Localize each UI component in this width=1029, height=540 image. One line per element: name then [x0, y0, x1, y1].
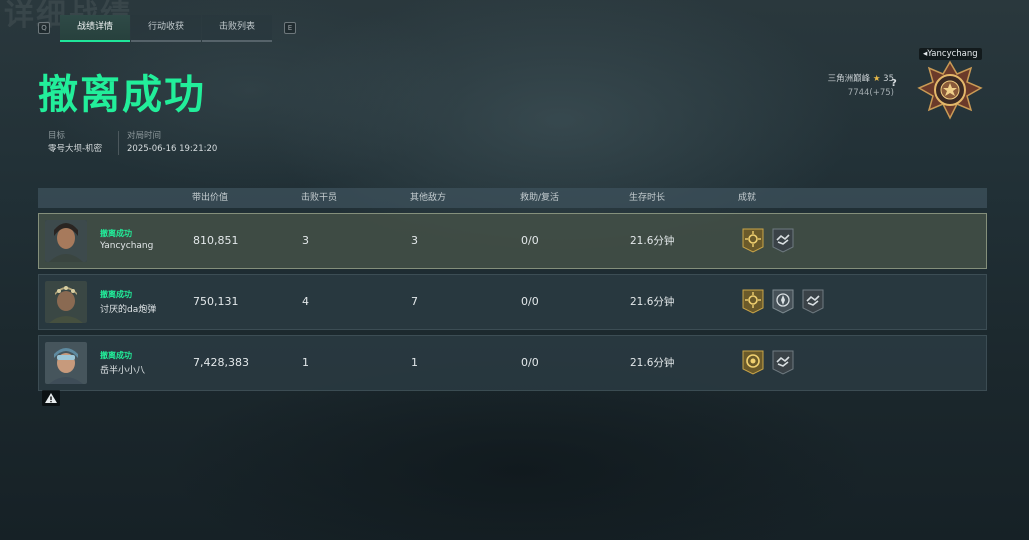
- extract-value: 750,131: [193, 295, 239, 308]
- gray-compass-badge-icon[interactable]: [771, 288, 795, 314]
- player-name: 岳半小小八: [100, 366, 146, 376]
- header-assist-revive: 救助/复活: [520, 193, 560, 203]
- player-name: Yancychang: [100, 241, 154, 251]
- time-label: 对局时间: [127, 131, 162, 141]
- rank-score: 7744(+75): [847, 88, 894, 98]
- time-info: 对局时间 2025-06-16 19:21:20: [127, 130, 217, 156]
- tab-action-rewards[interactable]: 行动收获: [131, 15, 201, 42]
- rank-info: 三角洲巅峰 ★ 35 7744(+75): [828, 72, 894, 100]
- tab-bar: 战绩详情 行动收获 击败列表: [60, 15, 273, 42]
- player-name: 讨厌的da炮弹: [100, 305, 157, 315]
- header-survival-time: 生存时长: [629, 193, 666, 203]
- header-extract-value: 带出价值: [192, 193, 229, 203]
- table-row[interactable]: 撤离成功 讨厌的da炮弹 750,131 4 7 0/0 21.6分钟: [38, 274, 987, 330]
- survival-time: 21.6分钟: [630, 235, 675, 247]
- player-status: 撤离成功: [100, 229, 132, 238]
- gray-handshake-badge-icon[interactable]: [771, 349, 795, 375]
- survival-time: 21.6分钟: [630, 357, 675, 369]
- gold-sun-badge-icon[interactable]: [741, 288, 765, 314]
- gray-handshake-badge-icon[interactable]: [771, 227, 795, 253]
- star-icon: ★: [872, 74, 881, 84]
- assist-revive: 0/0: [521, 234, 539, 247]
- other-enemies: 1: [411, 356, 418, 369]
- gray-handshake-badge-icon[interactable]: [801, 288, 825, 314]
- report-warning-button[interactable]: [42, 390, 60, 406]
- warning-icon: [45, 393, 57, 403]
- other-enemies: 7: [411, 295, 418, 308]
- rank-emblem-icon: [917, 60, 983, 120]
- table-header: 带出价值 击败干员 其他敌方 救助/复活 生存时长 成就: [38, 188, 987, 208]
- gold-sun-badge-icon[interactable]: [741, 227, 765, 253]
- survival-time: 21.6分钟: [630, 296, 675, 308]
- tab-kill-list[interactable]: 击败列表: [202, 15, 272, 42]
- operators-defeated: 4: [302, 295, 309, 308]
- tab-battle-details[interactable]: 战绩详情: [60, 15, 130, 42]
- target-label: 目标: [48, 131, 66, 141]
- avatar: [45, 220, 87, 262]
- operators-defeated: 3: [302, 234, 309, 247]
- tab-next-key[interactable]: E: [284, 22, 296, 34]
- avatar: [45, 281, 87, 323]
- extract-value: 7,428,383: [193, 356, 249, 369]
- avatar: [45, 342, 87, 384]
- target-info: 目标 零号大坝-机密: [48, 130, 102, 156]
- extract-value: 810,851: [193, 234, 239, 247]
- operators-defeated: 1: [302, 356, 309, 369]
- help-button[interactable]: ?: [891, 78, 897, 89]
- header-operators-defeated: 击败干员: [301, 193, 338, 203]
- player-name: Yancychang: [927, 49, 978, 59]
- player-name-chip: ◂Yancychang: [919, 48, 982, 60]
- target-value: 零号大坝-机密: [48, 144, 103, 154]
- table-row[interactable]: 撤离成功 岳半小小八 7,428,383 1 1 0/0 21.6分钟: [38, 335, 987, 391]
- other-enemies: 3: [411, 234, 418, 247]
- meta-divider: [118, 131, 119, 155]
- result-title: 撤离成功: [38, 72, 206, 118]
- tab-prev-key[interactable]: Q: [38, 22, 50, 34]
- gold-medal-badge-icon[interactable]: [741, 349, 765, 375]
- header-achievements: 成就: [738, 193, 757, 203]
- assist-revive: 0/0: [521, 356, 539, 369]
- player-status: 撤离成功: [100, 290, 132, 299]
- table-row[interactable]: 撤离成功 Yancychang 810,851 3 3 0/0 21.6分钟: [38, 213, 987, 269]
- assist-revive: 0/0: [521, 295, 539, 308]
- time-value: 2025-06-16 19:21:20: [127, 144, 218, 154]
- scoreboard-table: 带出价值 击败干员 其他敌方 救助/复活 生存时长 成就 撤离成功 Yancyc…: [38, 188, 987, 391]
- player-status: 撤离成功: [100, 351, 132, 360]
- rank-name: 三角洲巅峰: [827, 74, 871, 84]
- header-other-enemies: 其他敌方: [410, 193, 447, 203]
